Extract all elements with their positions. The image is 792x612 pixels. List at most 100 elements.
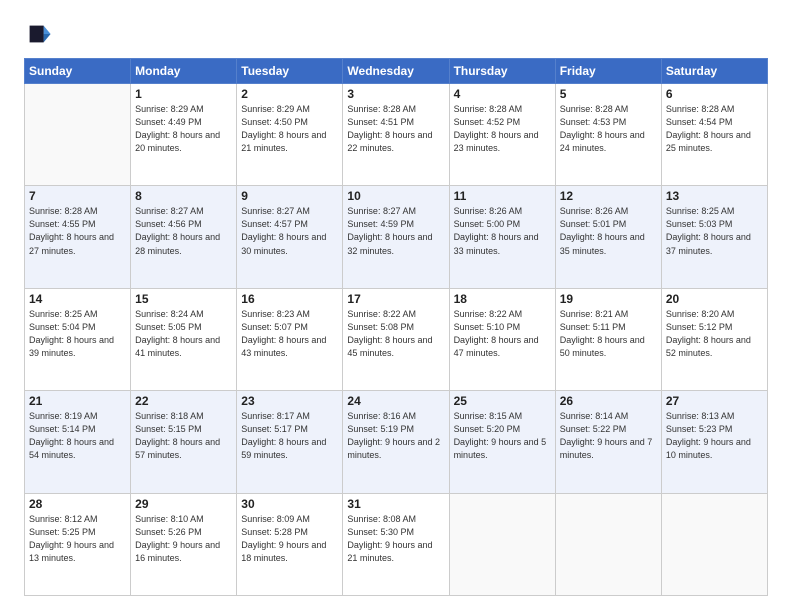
day-info: Sunrise: 8:23 AMSunset: 5:07 PMDaylight:… (241, 308, 338, 360)
day-info: Sunrise: 8:27 AMSunset: 4:57 PMDaylight:… (241, 205, 338, 257)
week-row-5: 28 Sunrise: 8:12 AMSunset: 5:25 PMDayligh… (25, 493, 768, 595)
calendar-cell (661, 493, 767, 595)
day-number: 19 (560, 292, 657, 306)
day-number: 14 (29, 292, 126, 306)
calendar-cell: 19 Sunrise: 8:21 AMSunset: 5:11 PMDayligh… (555, 288, 661, 390)
day-info: Sunrise: 8:12 AMSunset: 5:25 PMDaylight:… (29, 513, 126, 565)
weekday-header-friday: Friday (555, 59, 661, 84)
calendar-cell: 28 Sunrise: 8:12 AMSunset: 5:25 PMDayligh… (25, 493, 131, 595)
calendar-cell: 8Sunrise: 8:27 AMSunset: 4:56 PMDaylight… (131, 186, 237, 288)
day-info: Sunrise: 8:28 AMSunset: 4:53 PMDaylight:… (560, 103, 657, 155)
calendar-cell: 20 Sunrise: 8:20 AMSunset: 5:12 PMDayligh… (661, 288, 767, 390)
calendar-cell: 14 Sunrise: 8:25 AMSunset: 5:04 PMDayligh… (25, 288, 131, 390)
page: SundayMondayTuesdayWednesdayThursdayFrid… (0, 0, 792, 612)
day-info: Sunrise: 8:29 AMSunset: 4:50 PMDaylight:… (241, 103, 338, 155)
calendar-cell: 13 Sunrise: 8:25 AMSunset: 5:03 PMDayligh… (661, 186, 767, 288)
calendar-cell: 12Sunrise: 8:26 AMSunset: 5:01 PMDayligh… (555, 186, 661, 288)
day-number: 20 (666, 292, 763, 306)
week-row-3: 14 Sunrise: 8:25 AMSunset: 5:04 PMDayligh… (25, 288, 768, 390)
day-number: 15 (135, 292, 232, 306)
calendar-cell: 9 Sunrise: 8:27 AMSunset: 4:57 PMDaylight… (237, 186, 343, 288)
weekday-header-monday: Monday (131, 59, 237, 84)
day-number: 2 (241, 87, 338, 101)
day-number: 22 (135, 394, 232, 408)
weekday-header-wednesday: Wednesday (343, 59, 449, 84)
day-number: 23 (241, 394, 338, 408)
day-info: Sunrise: 8:22 AMSunset: 5:10 PMDaylight:… (454, 308, 551, 360)
day-number: 24 (347, 394, 444, 408)
weekday-header-tuesday: Tuesday (237, 59, 343, 84)
day-number: 1 (135, 87, 232, 101)
day-info: Sunrise: 8:20 AMSunset: 5:12 PMDaylight:… (666, 308, 763, 360)
calendar-cell: 6 Sunrise: 8:28 AMSunset: 4:54 PMDaylight… (661, 84, 767, 186)
calendar-cell: 2 Sunrise: 8:29 AMSunset: 4:50 PMDaylight… (237, 84, 343, 186)
header (24, 20, 768, 48)
day-info: Sunrise: 8:26 AMSunset: 5:01 PMDaylight:… (560, 205, 657, 257)
calendar-cell: 31Sunrise: 8:08 AMSunset: 5:30 PMDayligh… (343, 493, 449, 595)
day-number: 29 (135, 497, 232, 511)
day-info: Sunrise: 8:18 AMSunset: 5:15 PMDaylight:… (135, 410, 232, 462)
calendar-cell: 16Sunrise: 8:23 AMSunset: 5:07 PMDayligh… (237, 288, 343, 390)
calendar-cell: 27 Sunrise: 8:13 AMSunset: 5:23 PMDayligh… (661, 391, 767, 493)
day-number: 10 (347, 189, 444, 203)
calendar: SundayMondayTuesdayWednesdayThursdayFrid… (24, 58, 768, 596)
day-info: Sunrise: 8:22 AMSunset: 5:08 PMDaylight:… (347, 308, 444, 360)
calendar-cell: 30Sunrise: 8:09 AMSunset: 5:28 PMDayligh… (237, 493, 343, 595)
day-number: 11 (454, 189, 551, 203)
day-number: 28 (29, 497, 126, 511)
day-number: 25 (454, 394, 551, 408)
calendar-cell: 22 Sunrise: 8:18 AMSunset: 5:15 PMDayligh… (131, 391, 237, 493)
day-info: Sunrise: 8:16 AMSunset: 5:19 PMDaylight:… (347, 410, 444, 462)
calendar-cell (555, 493, 661, 595)
day-info: Sunrise: 8:08 AMSunset: 5:30 PMDaylight:… (347, 513, 444, 565)
day-info: Sunrise: 8:25 AMSunset: 5:03 PMDaylight:… (666, 205, 763, 257)
day-info: Sunrise: 8:25 AMSunset: 5:04 PMDaylight:… (29, 308, 126, 360)
calendar-cell: 26Sunrise: 8:14 AMSunset: 5:22 PMDayligh… (555, 391, 661, 493)
day-number: 9 (241, 189, 338, 203)
calendar-cell: 18 Sunrise: 8:22 AMSunset: 5:10 PMDayligh… (449, 288, 555, 390)
day-number: 21 (29, 394, 126, 408)
day-info: Sunrise: 8:13 AMSunset: 5:23 PMDaylight:… (666, 410, 763, 462)
day-info: Sunrise: 8:15 AMSunset: 5:20 PMDaylight:… (454, 410, 551, 462)
day-number: 27 (666, 394, 763, 408)
weekday-header-sunday: Sunday (25, 59, 131, 84)
day-info: Sunrise: 8:27 AMSunset: 4:59 PMDaylight:… (347, 205, 444, 257)
calendar-cell (449, 493, 555, 595)
week-row-1: 1 Sunrise: 8:29 AMSunset: 4:49 PMDaylight… (25, 84, 768, 186)
day-info: Sunrise: 8:29 AMSunset: 4:49 PMDaylight:… (135, 103, 232, 155)
calendar-cell: 7Sunrise: 8:28 AMSunset: 4:55 PMDaylight… (25, 186, 131, 288)
day-info: Sunrise: 8:26 AMSunset: 5:00 PMDaylight:… (454, 205, 551, 257)
calendar-cell: 3Sunrise: 8:28 AMSunset: 4:51 PMDaylight… (343, 84, 449, 186)
day-number: 5 (560, 87, 657, 101)
day-number: 8 (135, 189, 232, 203)
day-number: 6 (666, 87, 763, 101)
day-number: 4 (454, 87, 551, 101)
week-row-4: 21 Sunrise: 8:19 AMSunset: 5:14 PMDayligh… (25, 391, 768, 493)
calendar-cell: 23 Sunrise: 8:17 AMSunset: 5:17 PMDayligh… (237, 391, 343, 493)
calendar-cell: 11 Sunrise: 8:26 AMSunset: 5:00 PMDayligh… (449, 186, 555, 288)
weekday-header-saturday: Saturday (661, 59, 767, 84)
calendar-cell: 29Sunrise: 8:10 AMSunset: 5:26 PMDayligh… (131, 493, 237, 595)
calendar-cell: 17 Sunrise: 8:22 AMSunset: 5:08 PMDayligh… (343, 288, 449, 390)
day-info: Sunrise: 8:28 AMSunset: 4:54 PMDaylight:… (666, 103, 763, 155)
day-number: 30 (241, 497, 338, 511)
logo-icon (24, 20, 52, 48)
weekday-header-thursday: Thursday (449, 59, 555, 84)
day-info: Sunrise: 8:24 AMSunset: 5:05 PMDaylight:… (135, 308, 232, 360)
day-info: Sunrise: 8:17 AMSunset: 5:17 PMDaylight:… (241, 410, 338, 462)
calendar-cell: 10 Sunrise: 8:27 AMSunset: 4:59 PMDayligh… (343, 186, 449, 288)
day-info: Sunrise: 8:19 AMSunset: 5:14 PMDaylight:… (29, 410, 126, 462)
calendar-cell: 15 Sunrise: 8:24 AMSunset: 5:05 PMDayligh… (131, 288, 237, 390)
day-number: 18 (454, 292, 551, 306)
day-number: 17 (347, 292, 444, 306)
calendar-cell: 4 Sunrise: 8:28 AMSunset: 4:52 PMDaylight… (449, 84, 555, 186)
calendar-cell: 24 Sunrise: 8:16 AMSunset: 5:19 PMDayligh… (343, 391, 449, 493)
weekday-header-row: SundayMondayTuesdayWednesdayThursdayFrid… (25, 59, 768, 84)
day-info: Sunrise: 8:28 AMSunset: 4:52 PMDaylight:… (454, 103, 551, 155)
day-info: Sunrise: 8:21 AMSunset: 5:11 PMDaylight:… (560, 308, 657, 360)
day-number: 26 (560, 394, 657, 408)
calendar-cell: 21 Sunrise: 8:19 AMSunset: 5:14 PMDayligh… (25, 391, 131, 493)
day-number: 13 (666, 189, 763, 203)
week-row-2: 7Sunrise: 8:28 AMSunset: 4:55 PMDaylight… (25, 186, 768, 288)
day-number: 7 (29, 189, 126, 203)
